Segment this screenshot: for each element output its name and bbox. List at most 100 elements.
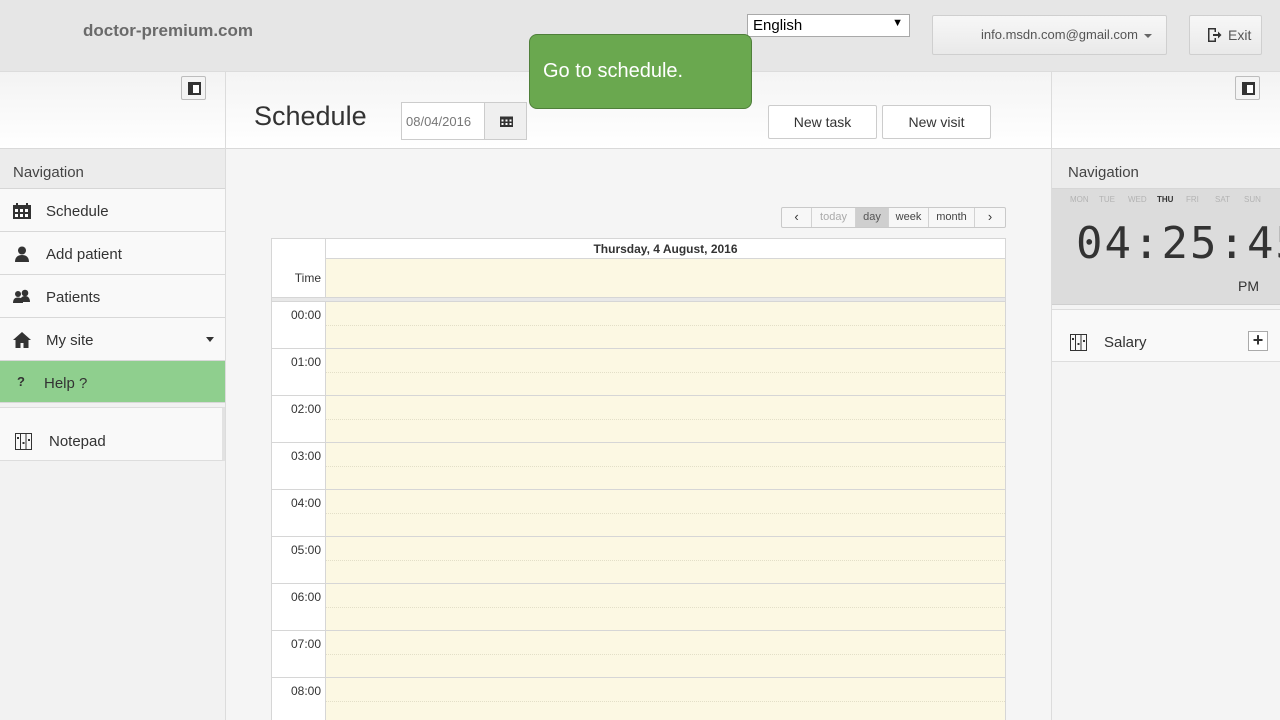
time-slot[interactable] — [325, 631, 1005, 678]
sidebar-item-label: Patients — [46, 289, 101, 306]
hour-label: 03:00 — [272, 443, 325, 490]
hour-row: 01:00 — [272, 349, 1005, 396]
site-logo[interactable]: doctor-premium.com — [83, 21, 253, 41]
chevron-down-icon[interactable] — [206, 337, 214, 342]
clock-ampm: PM — [1238, 278, 1259, 294]
hour-label: 00:00 — [272, 302, 325, 349]
hour-row: 03:00 — [272, 443, 1005, 490]
allday-label: Time — [272, 259, 325, 298]
hour-row: 08:00 — [272, 678, 1005, 720]
hour-label: 06:00 — [272, 584, 325, 631]
right-sidebar-header — [1052, 72, 1280, 149]
sidebar-item-schedule[interactable]: Schedule — [0, 189, 225, 232]
calendar-prev-button[interactable]: ‹ — [782, 208, 812, 227]
left-panel-toggle-button[interactable] — [181, 76, 206, 100]
time-slot[interactable] — [325, 349, 1005, 396]
calendar-icon — [13, 203, 31, 219]
right-nav-title: Navigation — [1052, 149, 1280, 189]
sidebar-item-label: Add patient — [46, 246, 122, 263]
page-title: Schedule — [254, 101, 367, 131]
hour-label: 02:00 — [272, 396, 325, 443]
exit-button[interactable]: Exit — [1189, 15, 1262, 55]
date-picker-button[interactable] — [484, 102, 527, 140]
digital-clock: MON TUE WED THU FRI SAT SUN 04:25:45 PM — [1052, 189, 1280, 305]
panel-icon — [188, 82, 201, 95]
calendar-view-switcher: ‹ today day week month › — [781, 207, 1006, 228]
schedule-panel: ‹ today day week month › Thursday, 4 Aug… — [226, 149, 1051, 720]
clock-day: SAT — [1215, 195, 1230, 204]
hour-label: 01:00 — [272, 349, 325, 396]
left-nav-title: Navigation — [0, 149, 225, 189]
calendar-month-view-button[interactable]: month — [929, 208, 975, 227]
new-task-button[interactable]: New task — [768, 105, 877, 139]
notepad-label: Notepad — [49, 433, 106, 450]
clock-day-active: THU — [1157, 195, 1174, 204]
right-panel-toggle-button[interactable] — [1235, 76, 1260, 100]
hour-label: 07:00 — [272, 631, 325, 678]
hour-row: 06:00 — [272, 584, 1005, 631]
hour-label: 04:00 — [272, 490, 325, 537]
clock-day: TUE — [1099, 195, 1115, 204]
time-slot[interactable] — [325, 584, 1005, 631]
hour-row: 00:00 — [272, 302, 1005, 349]
user-icon — [15, 246, 29, 262]
caret-down-icon — [1144, 33, 1152, 38]
tutorial-callout: Go to schedule. — [529, 34, 752, 109]
user-account-button[interactable]: info.msdn.com@gmail.com — [932, 15, 1167, 55]
time-slots: 00:00 01:00 02:00 03:00 04:00 05:00 06:0… — [272, 302, 1005, 720]
salary-label: Salary — [1104, 334, 1147, 351]
sidebar-item-add-patient[interactable]: Add patient — [0, 232, 225, 275]
sidebar-item-patients[interactable]: Patients — [0, 275, 225, 318]
panel-icon — [1242, 82, 1255, 95]
salary-add-button[interactable]: + — [1248, 331, 1268, 351]
left-sidebar: Navigation Schedule Add patient Patients… — [0, 72, 226, 720]
time-slot[interactable] — [325, 443, 1005, 490]
clock-day: MON — [1070, 195, 1089, 204]
left-sidebar-header — [0, 72, 225, 149]
hour-row: 04:00 — [272, 490, 1005, 537]
calendar-icon — [500, 116, 513, 127]
hour-row: 07:00 — [272, 631, 1005, 678]
clock-day: FRI — [1186, 195, 1199, 204]
calendar-today-button[interactable]: today — [812, 208, 856, 227]
clock-weekdays: MON TUE WED THU FRI SAT SUN — [1070, 195, 1273, 204]
hour-label: 05:00 — [272, 537, 325, 584]
sidebar-item-label: Schedule — [46, 203, 109, 220]
hour-row: 05:00 — [272, 537, 1005, 584]
time-slot[interactable] — [325, 537, 1005, 584]
salary-widget[interactable]: Salary + — [1052, 309, 1280, 362]
calendar-next-button[interactable]: › — [975, 208, 1005, 227]
salary-icon — [1070, 334, 1087, 351]
question-icon: ? — [17, 374, 25, 389]
sidebar-item-label: My site — [46, 332, 94, 349]
language-selected-value: English — [753, 17, 803, 34]
right-sidebar: Navigation MON TUE WED THU FRI SAT SUN 0… — [1051, 72, 1280, 720]
user-email: info.msdn.com@gmail.com — [981, 27, 1138, 42]
calendar-day-view-button[interactable]: day — [856, 208, 889, 227]
sidebar-item-help[interactable]: ? Help ? — [0, 361, 225, 403]
clock-time: 04:25:45 — [1076, 218, 1280, 269]
logout-icon — [1208, 28, 1222, 42]
clock-day: WED — [1128, 195, 1147, 204]
dropdown-arrow-icon: ▼ — [892, 17, 903, 29]
clock-day: SUN — [1244, 195, 1261, 204]
calendar-day-grid: Thursday, 4 August, 2016 Time 00:00 01:0… — [271, 238, 1006, 720]
calendar-date-header: Thursday, 4 August, 2016 — [325, 239, 1005, 259]
time-slot[interactable] — [325, 396, 1005, 443]
time-slot[interactable] — [325, 302, 1005, 349]
home-icon — [13, 332, 31, 348]
date-input[interactable]: 08/04/2016 — [401, 102, 485, 140]
language-select[interactable]: English ▼ — [747, 14, 910, 37]
calendar-week-view-button[interactable]: week — [889, 208, 929, 227]
allday-slot[interactable] — [325, 259, 1005, 298]
new-visit-button[interactable]: New visit — [882, 105, 991, 139]
time-slot[interactable] — [325, 490, 1005, 537]
sidebar-item-my-site[interactable]: My site — [0, 318, 225, 361]
exit-label: Exit — [1228, 27, 1252, 43]
notepad-icon — [15, 433, 32, 450]
notepad-widget[interactable]: Notepad — [0, 407, 225, 461]
time-slot[interactable] — [325, 678, 1005, 720]
hour-row: 02:00 — [272, 396, 1005, 443]
sidebar-item-label: Help ? — [44, 375, 88, 392]
hour-label: 08:00 — [272, 678, 325, 720]
